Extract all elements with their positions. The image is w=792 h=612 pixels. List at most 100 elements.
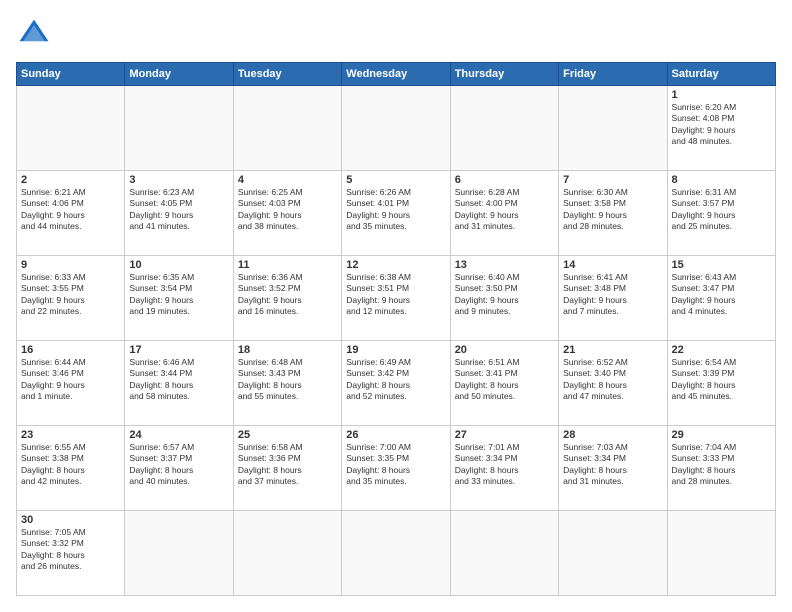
day-info: Sunrise: 6:36 AM Sunset: 3:52 PM Dayligh… <box>238 272 337 318</box>
logo <box>16 16 56 52</box>
day-number: 17 <box>129 344 228 356</box>
weekday-header-wednesday: Wednesday <box>342 63 450 86</box>
calendar-cell: 25Sunrise: 6:58 AM Sunset: 3:36 PM Dayli… <box>233 426 341 511</box>
day-number: 23 <box>21 429 120 441</box>
calendar-cell: 22Sunrise: 6:54 AM Sunset: 3:39 PM Dayli… <box>667 341 775 426</box>
day-number: 7 <box>563 174 662 186</box>
calendar-cell: 28Sunrise: 7:03 AM Sunset: 3:34 PM Dayli… <box>559 426 667 511</box>
day-info: Sunrise: 7:01 AM Sunset: 3:34 PM Dayligh… <box>455 442 554 488</box>
calendar-week-5: 30Sunrise: 7:05 AM Sunset: 3:32 PM Dayli… <box>17 511 776 596</box>
calendar-cell: 7Sunrise: 6:30 AM Sunset: 3:58 PM Daylig… <box>559 171 667 256</box>
weekday-header-sunday: Sunday <box>17 63 125 86</box>
day-info: Sunrise: 6:40 AM Sunset: 3:50 PM Dayligh… <box>455 272 554 318</box>
calendar-header-row: SundayMondayTuesdayWednesdayThursdayFrid… <box>17 63 776 86</box>
calendar-cell <box>233 511 341 596</box>
calendar-cell: 3Sunrise: 6:23 AM Sunset: 4:05 PM Daylig… <box>125 171 233 256</box>
page: SundayMondayTuesdayWednesdayThursdayFrid… <box>0 0 792 612</box>
calendar-cell: 24Sunrise: 6:57 AM Sunset: 3:37 PM Dayli… <box>125 426 233 511</box>
weekday-header-monday: Monday <box>125 63 233 86</box>
calendar-week-2: 9Sunrise: 6:33 AM Sunset: 3:55 PM Daylig… <box>17 256 776 341</box>
calendar-cell <box>342 511 450 596</box>
calendar-cell <box>17 86 125 171</box>
calendar-cell <box>667 511 775 596</box>
day-info: Sunrise: 7:03 AM Sunset: 3:34 PM Dayligh… <box>563 442 662 488</box>
day-number: 4 <box>238 174 337 186</box>
day-number: 22 <box>672 344 771 356</box>
calendar-cell: 29Sunrise: 7:04 AM Sunset: 3:33 PM Dayli… <box>667 426 775 511</box>
calendar-cell: 9Sunrise: 6:33 AM Sunset: 3:55 PM Daylig… <box>17 256 125 341</box>
header <box>16 16 776 52</box>
day-number: 12 <box>346 259 445 271</box>
day-info: Sunrise: 6:25 AM Sunset: 4:03 PM Dayligh… <box>238 187 337 233</box>
weekday-header-friday: Friday <box>559 63 667 86</box>
calendar-cell <box>450 86 558 171</box>
calendar-cell <box>125 86 233 171</box>
calendar-cell: 8Sunrise: 6:31 AM Sunset: 3:57 PM Daylig… <box>667 171 775 256</box>
calendar-cell: 14Sunrise: 6:41 AM Sunset: 3:48 PM Dayli… <box>559 256 667 341</box>
calendar-cell: 5Sunrise: 6:26 AM Sunset: 4:01 PM Daylig… <box>342 171 450 256</box>
day-info: Sunrise: 6:41 AM Sunset: 3:48 PM Dayligh… <box>563 272 662 318</box>
calendar-cell: 27Sunrise: 7:01 AM Sunset: 3:34 PM Dayli… <box>450 426 558 511</box>
calendar-cell: 17Sunrise: 6:46 AM Sunset: 3:44 PM Dayli… <box>125 341 233 426</box>
day-number: 5 <box>346 174 445 186</box>
day-info: Sunrise: 6:55 AM Sunset: 3:38 PM Dayligh… <box>21 442 120 488</box>
day-number: 20 <box>455 344 554 356</box>
calendar-week-3: 16Sunrise: 6:44 AM Sunset: 3:46 PM Dayli… <box>17 341 776 426</box>
calendar-cell: 2Sunrise: 6:21 AM Sunset: 4:06 PM Daylig… <box>17 171 125 256</box>
day-info: Sunrise: 7:05 AM Sunset: 3:32 PM Dayligh… <box>21 527 120 573</box>
calendar-cell: 19Sunrise: 6:49 AM Sunset: 3:42 PM Dayli… <box>342 341 450 426</box>
calendar-cell: 10Sunrise: 6:35 AM Sunset: 3:54 PM Dayli… <box>125 256 233 341</box>
day-number: 16 <box>21 344 120 356</box>
day-info: Sunrise: 6:31 AM Sunset: 3:57 PM Dayligh… <box>672 187 771 233</box>
day-info: Sunrise: 6:43 AM Sunset: 3:47 PM Dayligh… <box>672 272 771 318</box>
day-info: Sunrise: 6:46 AM Sunset: 3:44 PM Dayligh… <box>129 357 228 403</box>
day-info: Sunrise: 7:04 AM Sunset: 3:33 PM Dayligh… <box>672 442 771 488</box>
calendar-cell: 26Sunrise: 7:00 AM Sunset: 3:35 PM Dayli… <box>342 426 450 511</box>
day-number: 24 <box>129 429 228 441</box>
day-info: Sunrise: 6:44 AM Sunset: 3:46 PM Dayligh… <box>21 357 120 403</box>
day-number: 28 <box>563 429 662 441</box>
day-number: 14 <box>563 259 662 271</box>
calendar-cell <box>342 86 450 171</box>
day-info: Sunrise: 6:51 AM Sunset: 3:41 PM Dayligh… <box>455 357 554 403</box>
day-info: Sunrise: 7:00 AM Sunset: 3:35 PM Dayligh… <box>346 442 445 488</box>
calendar-cell <box>559 86 667 171</box>
calendar-cell: 16Sunrise: 6:44 AM Sunset: 3:46 PM Dayli… <box>17 341 125 426</box>
day-number: 6 <box>455 174 554 186</box>
day-info: Sunrise: 6:54 AM Sunset: 3:39 PM Dayligh… <box>672 357 771 403</box>
day-info: Sunrise: 6:23 AM Sunset: 4:05 PM Dayligh… <box>129 187 228 233</box>
calendar-cell <box>125 511 233 596</box>
day-info: Sunrise: 6:28 AM Sunset: 4:00 PM Dayligh… <box>455 187 554 233</box>
day-number: 26 <box>346 429 445 441</box>
calendar-cell <box>559 511 667 596</box>
day-number: 9 <box>21 259 120 271</box>
day-number: 11 <box>238 259 337 271</box>
calendar-cell <box>450 511 558 596</box>
day-number: 30 <box>21 514 120 526</box>
calendar-week-0: 1Sunrise: 6:20 AM Sunset: 4:08 PM Daylig… <box>17 86 776 171</box>
day-info: Sunrise: 6:48 AM Sunset: 3:43 PM Dayligh… <box>238 357 337 403</box>
day-number: 21 <box>563 344 662 356</box>
day-number: 2 <box>21 174 120 186</box>
day-number: 15 <box>672 259 771 271</box>
day-info: Sunrise: 6:38 AM Sunset: 3:51 PM Dayligh… <box>346 272 445 318</box>
calendar-cell: 30Sunrise: 7:05 AM Sunset: 3:32 PM Dayli… <box>17 511 125 596</box>
day-number: 25 <box>238 429 337 441</box>
calendar-cell: 15Sunrise: 6:43 AM Sunset: 3:47 PM Dayli… <box>667 256 775 341</box>
calendar-cell: 20Sunrise: 6:51 AM Sunset: 3:41 PM Dayli… <box>450 341 558 426</box>
calendar-week-4: 23Sunrise: 6:55 AM Sunset: 3:38 PM Dayli… <box>17 426 776 511</box>
day-info: Sunrise: 6:26 AM Sunset: 4:01 PM Dayligh… <box>346 187 445 233</box>
calendar-cell: 1Sunrise: 6:20 AM Sunset: 4:08 PM Daylig… <box>667 86 775 171</box>
day-number: 1 <box>672 89 771 101</box>
day-info: Sunrise: 6:35 AM Sunset: 3:54 PM Dayligh… <box>129 272 228 318</box>
calendar-cell: 4Sunrise: 6:25 AM Sunset: 4:03 PM Daylig… <box>233 171 341 256</box>
day-number: 18 <box>238 344 337 356</box>
calendar-cell: 23Sunrise: 6:55 AM Sunset: 3:38 PM Dayli… <box>17 426 125 511</box>
calendar-cell: 18Sunrise: 6:48 AM Sunset: 3:43 PM Dayli… <box>233 341 341 426</box>
day-number: 8 <box>672 174 771 186</box>
weekday-header-saturday: Saturday <box>667 63 775 86</box>
day-number: 3 <box>129 174 228 186</box>
calendar-cell: 6Sunrise: 6:28 AM Sunset: 4:00 PM Daylig… <box>450 171 558 256</box>
calendar-cell: 12Sunrise: 6:38 AM Sunset: 3:51 PM Dayli… <box>342 256 450 341</box>
day-number: 10 <box>129 259 228 271</box>
